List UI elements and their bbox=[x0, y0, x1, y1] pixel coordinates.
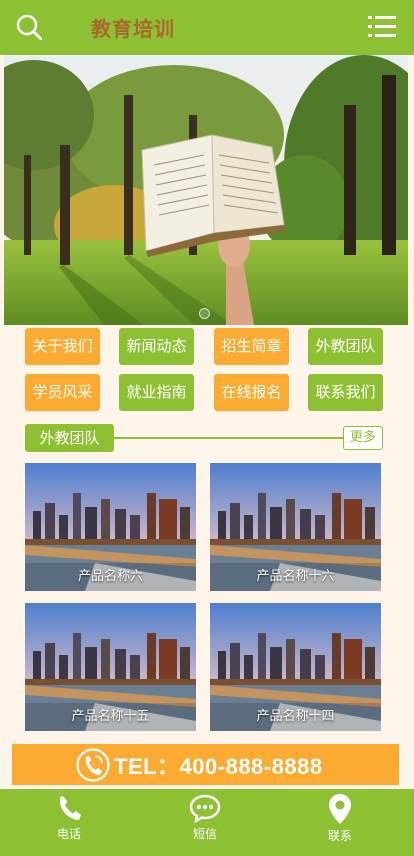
product-card[interactable]: 产品名称十六 bbox=[210, 463, 381, 591]
menu-icon[interactable] bbox=[368, 15, 396, 39]
product-card[interactable]: 产品名称十五 bbox=[25, 603, 196, 731]
nav-news[interactable]: 新闻动态 bbox=[119, 328, 194, 365]
footer-message[interactable]: 短信 bbox=[165, 793, 245, 845]
phone-icon bbox=[60, 796, 81, 820]
footer-phone[interactable]: 电话 bbox=[29, 793, 109, 845]
product-card[interactable]: 产品名称十四 bbox=[210, 603, 381, 731]
footer-phone-label: 电话 bbox=[56, 827, 81, 841]
section-divider bbox=[114, 437, 343, 439]
location-pin-icon bbox=[329, 794, 351, 824]
product-name: 产品名称十四 bbox=[210, 703, 381, 731]
section-header: 外教团队 更多 bbox=[25, 424, 383, 452]
footer-contact-label: 联系 bbox=[327, 829, 352, 843]
message-icon bbox=[189, 794, 221, 823]
product-card[interactable]: 产品名称六 bbox=[25, 463, 196, 591]
nav-online-signup[interactable]: 在线报名 bbox=[214, 374, 289, 411]
phone-icon bbox=[76, 748, 110, 782]
tel-bar[interactable]: TEL：400-888-8888 bbox=[12, 744, 399, 785]
tel-number: TEL：400-888-8888 bbox=[114, 754, 323, 779]
footer-message-label: 短信 bbox=[192, 827, 217, 841]
banner-image[interactable] bbox=[4, 55, 408, 325]
product-name: 产品名称十五 bbox=[25, 703, 196, 731]
nav-career-guide[interactable]: 就业指南 bbox=[119, 374, 194, 411]
nav-student-showcase[interactable]: 学员风采 bbox=[25, 374, 100, 411]
footer-contact[interactable]: 联系 bbox=[300, 793, 380, 845]
product-name: 产品名称六 bbox=[25, 563, 196, 591]
app-title: 教育培训 bbox=[91, 17, 175, 41]
more-link[interactable]: 更多 bbox=[343, 426, 383, 450]
nav-about-us[interactable]: 关于我们 bbox=[25, 328, 100, 365]
search-icon[interactable] bbox=[16, 14, 42, 40]
nav-admissions[interactable]: 招生简章 bbox=[214, 328, 289, 365]
nav-foreign-teachers[interactable]: 外教团队 bbox=[308, 328, 383, 365]
page: 教育培训 关于我们 新闻动态 招生简章 外教团队 学员风采 就业指南 在线报名 … bbox=[0, 0, 414, 856]
nav-contact-us[interactable]: 联系我们 bbox=[308, 374, 383, 411]
footer-bar: 电话 短信 联系 bbox=[0, 789, 414, 856]
carousel-dot[interactable] bbox=[199, 308, 210, 319]
section-title: 外教团队 bbox=[25, 424, 114, 452]
product-name: 产品名称十六 bbox=[210, 563, 381, 591]
header-bar: 教育培训 bbox=[0, 0, 414, 55]
